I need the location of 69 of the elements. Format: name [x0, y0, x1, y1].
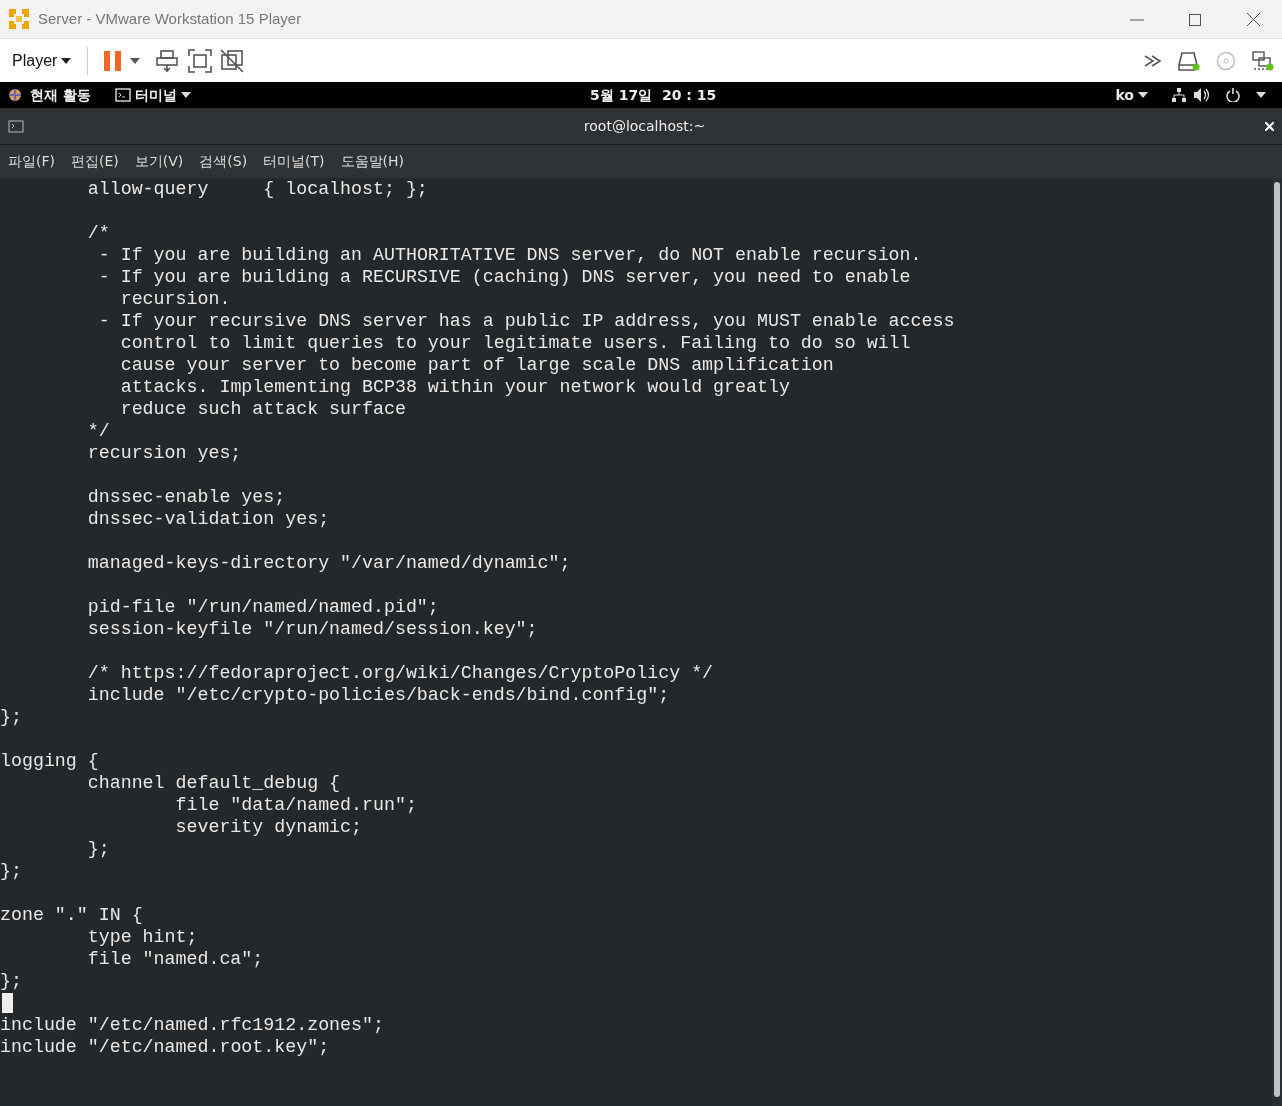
code-line: type hint; [87, 926, 198, 948]
code-line: /* https://fedoraproject.org/wiki/Changes/CryptoPolicy */ [87, 662, 714, 684]
terminal-icon [114, 88, 131, 102]
fullscreen-icon[interactable] [188, 48, 213, 73]
menu-item[interactable]: 보기(V) [126, 151, 192, 172]
code-line: attacks. Implementing BCP38 within your network would greatly [120, 376, 790, 398]
terminal-title: root@localhost:~ [583, 117, 706, 134]
code-line: managed-keys-directory "/var/named/dynamic"; [87, 552, 571, 574]
close-icon[interactable] [1246, 13, 1260, 27]
menu-item[interactable]: 도움말(H) [332, 151, 413, 172]
code-line: dnssec-enable yes; [87, 486, 286, 508]
code-line: recursion yes; [87, 442, 242, 464]
code-line: cause your server to become part of large scale DNS amplification [120, 354, 834, 376]
code-line: */ [87, 420, 110, 442]
code-line: zone "." IN { [0, 904, 143, 926]
code-line: session-keyfile "/run/named/session.key"; [87, 618, 538, 640]
menu-item[interactable]: 파일(F) [0, 151, 63, 172]
code-line: - If you are building a RECURSIVE (caching) DNS server, you need to enable [98, 266, 911, 288]
more-icon[interactable] [1144, 54, 1162, 67]
code-line: }; [0, 970, 22, 992]
network-icon[interactable] [1172, 88, 1186, 102]
code-line: }; [87, 838, 110, 860]
code-line: severity dynamic; [175, 816, 362, 838]
maximize-icon[interactable] [1189, 13, 1201, 26]
caret-icon[interactable] [1138, 92, 1148, 98]
code-line: reduce such attack surface [120, 398, 406, 420]
code-line: - If your recursive DNS server has a public IP address, you MUST enable access [98, 310, 955, 332]
code-line: file "named.ca"; [87, 948, 264, 970]
text-cursor [2, 993, 13, 1013]
power-icon[interactable] [1226, 88, 1240, 102]
code-line: }; [0, 706, 22, 728]
activities-button[interactable]: 현재 활동 [30, 84, 91, 106]
player-menu-button[interactable]: Player [8, 48, 76, 73]
fedora-logo-icon [8, 88, 22, 102]
scrollbar-thumb[interactable] [1274, 182, 1280, 1097]
menu-item[interactable]: 편집(E) [63, 151, 127, 172]
code-line: control to limit queries to your legitimate users. Failing to do so will [120, 332, 911, 354]
pause-icon[interactable] [104, 49, 123, 72]
code-line: pid-file "/run/named/named.pid"; [87, 596, 439, 618]
code-line: - If you are building an AUTHORITATIVE DNS server, do NOT enable recursion. [98, 244, 922, 266]
caret-icon[interactable] [180, 92, 191, 98]
clock[interactable]: 5월 17일 20 : 15 [590, 84, 717, 106]
code-line: dnssec-validation yes; [87, 508, 330, 530]
code-line: recursion. [120, 288, 231, 310]
code-line: include "/etc/named.root.key"; [0, 1036, 330, 1058]
volume-icon[interactable] [1194, 88, 1210, 102]
unity-icon[interactable] [220, 48, 245, 73]
scrollbar[interactable] [1272, 178, 1282, 1106]
menu-item[interactable]: 검색(S) [191, 151, 256, 172]
send-keys-icon[interactable] [156, 48, 181, 73]
caret-icon[interactable] [1256, 92, 1266, 98]
app-logo-icon [8, 8, 30, 30]
code-line: file "data/named.run"; [175, 794, 417, 816]
code-line: include "/etc/named.rfc1912.zones"; [0, 1014, 384, 1036]
code-line: /* [87, 222, 110, 244]
caret-icon[interactable] [130, 57, 141, 64]
code-line: include "/etc/crypto-policies/back-ends/bind.config"; [87, 684, 670, 706]
caret-icon [61, 57, 72, 64]
network-adapter-icon[interactable] [1252, 50, 1274, 71]
terminal-icon [8, 119, 24, 133]
input-method-button[interactable]: ko [1115, 84, 1134, 106]
menu-item[interactable]: 터미널(T) [255, 151, 333, 172]
app-menu-button[interactable]: 터미널 [134, 84, 177, 106]
code-line: }; [0, 860, 22, 882]
code-line: logging { [0, 750, 99, 772]
hard-disk-icon[interactable] [1178, 50, 1200, 71]
code-line: channel default_debug { [87, 772, 341, 794]
window-title: Server - VMware Workstation 15 Player [38, 8, 302, 29]
code-line: allow-query { localhost; }; [87, 178, 428, 200]
